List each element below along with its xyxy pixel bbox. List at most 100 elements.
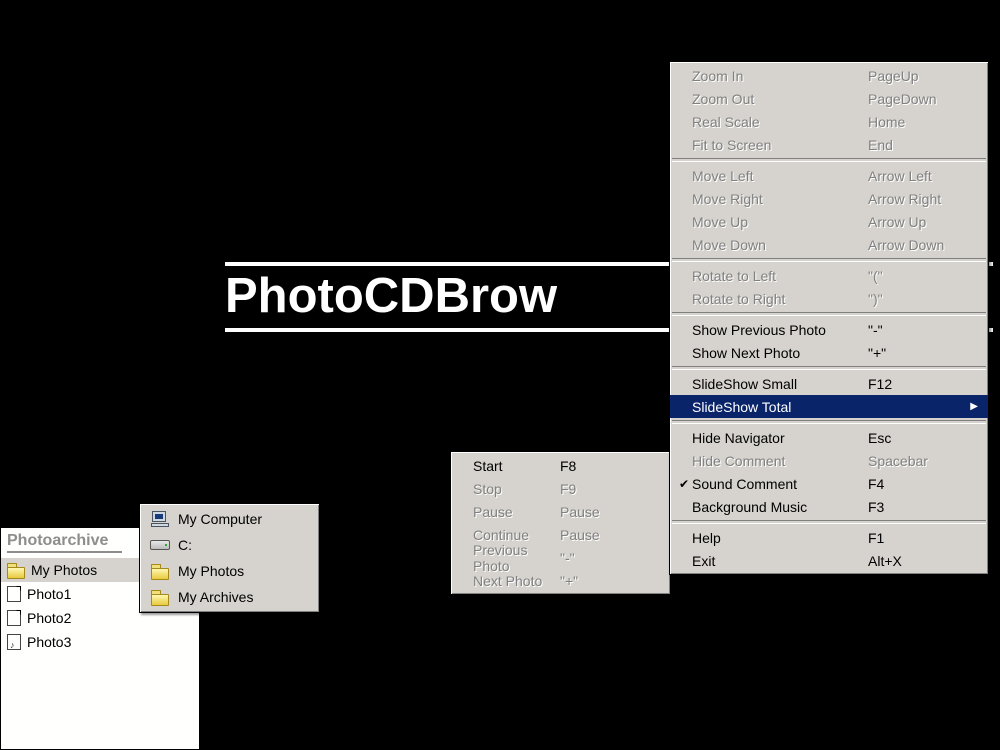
- menu-item-label: Start: [473, 458, 550, 474]
- nav-item[interactable]: Photo3: [1, 630, 199, 654]
- menu-item-label: Previous Photo: [473, 542, 550, 574]
- menu-item-accel: PageUp: [858, 68, 968, 84]
- menu-item-accel: F1: [858, 530, 968, 546]
- menu-item-label: Stop: [473, 481, 550, 497]
- menu-item: Move RightArrow Right: [670, 187, 988, 210]
- nav-item-label: Photo1: [27, 586, 71, 602]
- menu-item[interactable]: SlideShow SmallF12: [670, 372, 988, 395]
- dropdown-item-label: My Computer: [178, 511, 262, 527]
- menu-item-label: Real Scale: [692, 114, 858, 130]
- menu-item-accel: Arrow Up: [858, 214, 968, 230]
- menu-item-accel: F8: [550, 458, 660, 474]
- menu-item: Move LeftArrow Left: [670, 164, 988, 187]
- menu-item-label: Rotate to Left: [692, 268, 858, 284]
- check-icon: ✔: [676, 477, 692, 491]
- menu-item-label: Zoom Out: [692, 91, 858, 107]
- page-icon: [7, 610, 21, 626]
- menu-separator: [672, 258, 986, 262]
- dropdown-item-label: C:: [178, 537, 192, 553]
- menu-item-accel: Arrow Right: [858, 191, 968, 207]
- computer-icon: [151, 511, 169, 527]
- menu-item-label: Exit: [692, 553, 858, 569]
- navigator-title: Photoarchive: [7, 532, 122, 553]
- menu-separator: [672, 312, 986, 316]
- menu-item-accel: Pause: [550, 527, 660, 543]
- menu-item-label: Pause: [473, 504, 550, 520]
- menu-item-accel: F9: [550, 481, 660, 497]
- menu-separator: [672, 420, 986, 424]
- menu-item: Fit to ScreenEnd: [670, 133, 988, 156]
- menu-item-accel: ")": [858, 291, 968, 307]
- nav-item-label: Photo3: [27, 634, 71, 650]
- page-icon: [7, 586, 21, 602]
- menu-item: Real ScaleHome: [670, 110, 988, 133]
- menu-item: PausePause: [451, 500, 670, 523]
- context-menu: Zoom InPageUpZoom OutPageDownReal ScaleH…: [669, 61, 989, 575]
- menu-item-accel: Arrow Left: [858, 168, 968, 184]
- folder-icon: [151, 564, 169, 578]
- menu-item: Zoom InPageUp: [670, 64, 988, 87]
- menu-item-accel: Home: [858, 114, 968, 130]
- menu-item-label: Sound Comment: [692, 476, 858, 492]
- menu-separator: [672, 520, 986, 524]
- menu-item-label: Fit to Screen: [692, 137, 858, 153]
- menu-item-label: Background Music: [692, 499, 858, 515]
- nav-item-label: My Photos: [31, 562, 97, 578]
- menu-item[interactable]: StartF8: [451, 454, 670, 477]
- menu-item-accel: Pause: [550, 504, 660, 520]
- menu-item: Move DownArrow Down: [670, 233, 988, 256]
- menu-item-accel: Arrow Down: [858, 237, 968, 253]
- menu-separator: [672, 158, 986, 162]
- menu-item-accel: "(": [858, 268, 968, 284]
- menu-item[interactable]: Background MusicF3: [670, 495, 988, 518]
- nav-item-label: Photo2: [27, 610, 71, 626]
- menu-item-accel: "-": [550, 550, 660, 566]
- menu-item-label: Move Left: [692, 168, 858, 184]
- menu-item-label: Help: [692, 530, 858, 546]
- menu-item-accel: "-": [858, 322, 968, 338]
- folder-icon: [151, 590, 169, 604]
- menu-item-label: SlideShow Small: [692, 376, 858, 392]
- menu-item-accel: F4: [858, 476, 968, 492]
- menu-item-label: SlideShow Total: [692, 399, 858, 415]
- menu-separator: [672, 366, 986, 370]
- menu-item-accel: PageDown: [858, 91, 968, 107]
- menu-item-accel: F12: [858, 376, 968, 392]
- dropdown-item[interactable]: My Photos: [142, 558, 317, 584]
- menu-item: Hide CommentSpacebar: [670, 449, 988, 472]
- dropdown-item-label: My Archives: [178, 589, 253, 605]
- dropdown-item-label: My Photos: [178, 563, 244, 579]
- menu-item[interactable]: Show Next Photo"+": [670, 341, 988, 364]
- menu-item-accel: "+": [550, 573, 660, 589]
- app-title: PhotoCDBrow: [225, 272, 557, 321]
- menu-item[interactable]: Hide NavigatorEsc: [670, 426, 988, 449]
- menu-item: Zoom OutPageDown: [670, 87, 988, 110]
- menu-item-accel: End: [858, 137, 968, 153]
- menu-item[interactable]: ✔Sound CommentF4: [670, 472, 988, 495]
- drive-icon: [150, 540, 170, 550]
- menu-item-label: Rotate to Right: [692, 291, 858, 307]
- location-dropdown[interactable]: My Computer C: My Photos My Archives: [139, 503, 320, 613]
- dropdown-item[interactable]: My Archives: [142, 584, 317, 610]
- menu-item-label: Show Next Photo: [692, 345, 858, 361]
- menu-item-label: Move Down: [692, 237, 858, 253]
- menu-item-accel: F3: [858, 499, 968, 515]
- menu-item-label: Next Photo: [473, 573, 550, 589]
- menu-item-label: Move Up: [692, 214, 858, 230]
- dropdown-item[interactable]: C:: [142, 532, 317, 558]
- menu-item-accel: Spacebar: [858, 453, 968, 469]
- menu-item: Next Photo"+": [451, 569, 670, 592]
- menu-item[interactable]: SlideShow Total▶: [670, 395, 988, 418]
- menu-item-label: Show Previous Photo: [692, 322, 858, 338]
- menu-item-label: Zoom In: [692, 68, 858, 84]
- menu-item-label: Continue: [473, 527, 550, 543]
- menu-item[interactable]: Show Previous Photo"-": [670, 318, 988, 341]
- menu-item-label: Hide Navigator: [692, 430, 858, 446]
- menu-item: Move UpArrow Up: [670, 210, 988, 233]
- menu-item[interactable]: ExitAlt+X: [670, 549, 988, 572]
- menu-item[interactable]: HelpF1: [670, 526, 988, 549]
- menu-item-accel: Esc: [858, 430, 968, 446]
- menu-item: Previous Photo"-": [451, 546, 670, 569]
- dropdown-item[interactable]: My Computer: [142, 506, 317, 532]
- menu-item: Rotate to Right")": [670, 287, 988, 310]
